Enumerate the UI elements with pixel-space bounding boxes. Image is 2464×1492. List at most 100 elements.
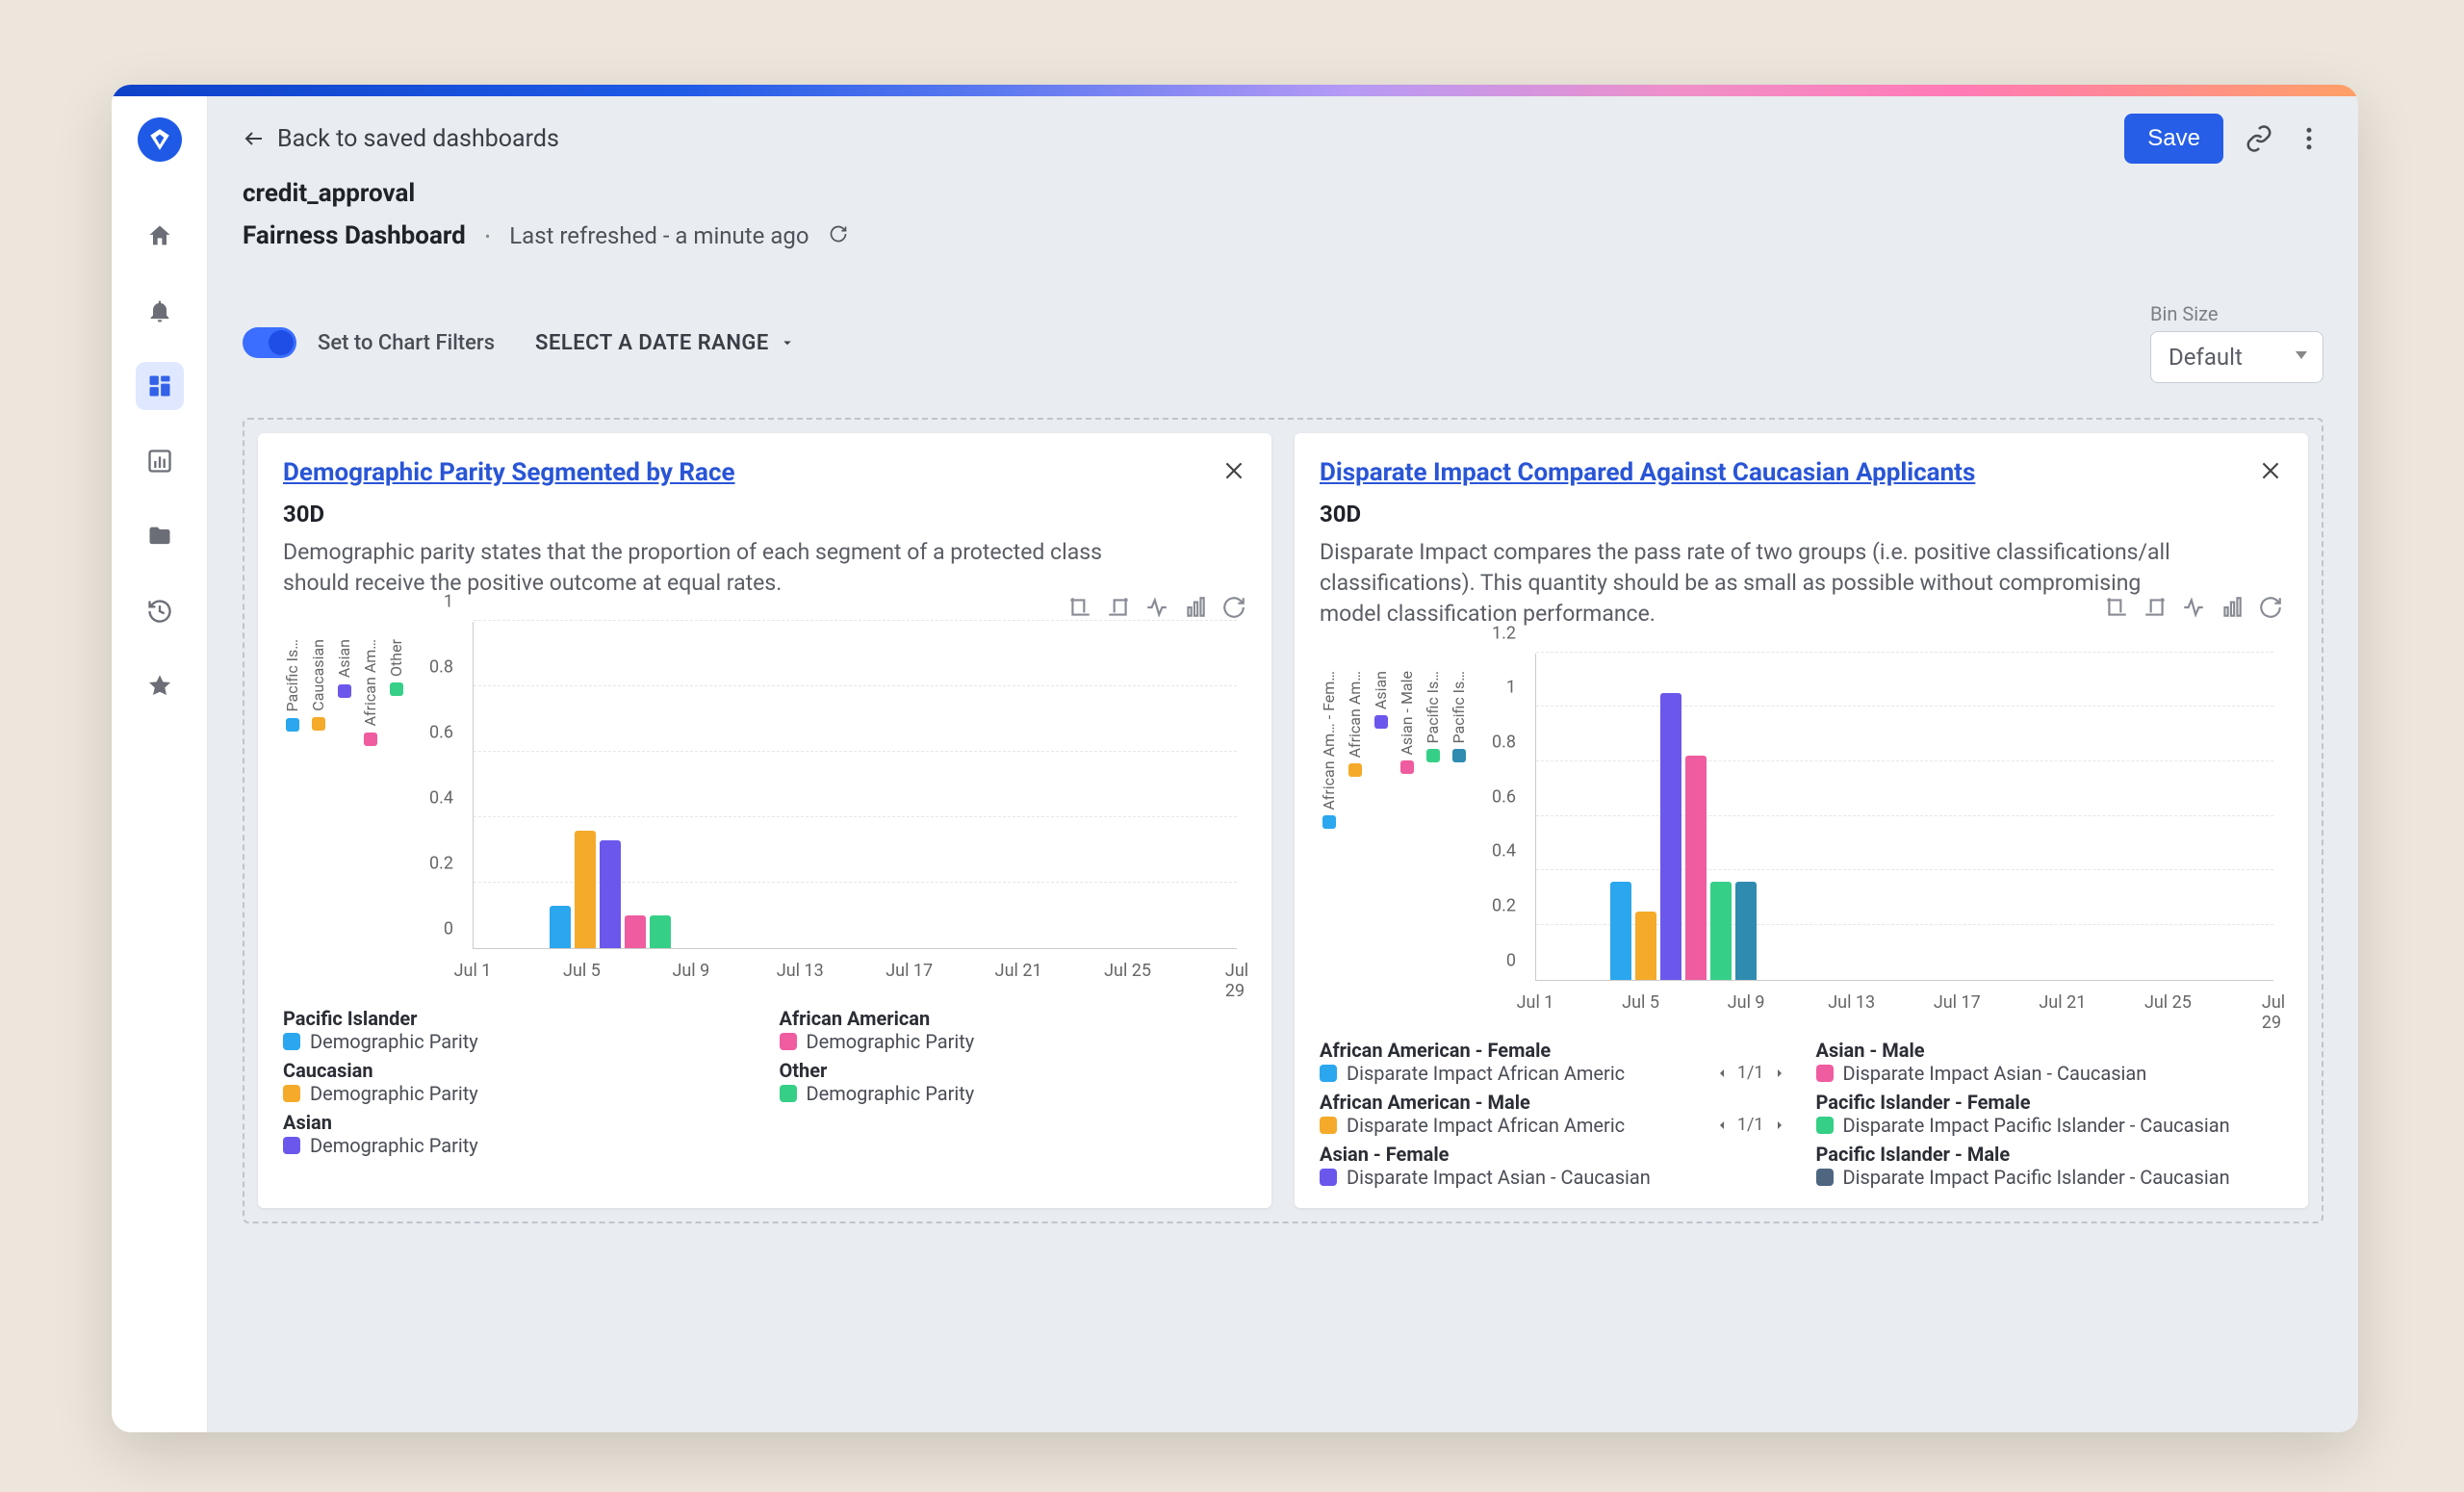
bar (550, 906, 571, 948)
leg-label: Disparate Impact Pacific Islander - Cauc… (1843, 1166, 2230, 1189)
nav-star-icon[interactable] (136, 662, 184, 710)
kebab-icon[interactable] (2295, 124, 2323, 153)
leg-header: Pacific Islander - Female (1816, 1091, 2284, 1114)
leg-header: African American - Male (1320, 1091, 1787, 1114)
caret-down-icon (779, 334, 796, 351)
y-legend-item: Asian - Male (1398, 671, 1416, 1019)
swatch-icon (283, 1085, 300, 1102)
card-title[interactable]: Disparate Impact Compared Against Caucas… (1320, 458, 2283, 487)
reload-icon[interactable] (1221, 595, 1246, 620)
leg-header: Asian (283, 1111, 751, 1134)
leg-label: Disparate Impact African Americ (1347, 1114, 1625, 1137)
chart-area: Pacific Is… Caucasian Asian African Am… Othe… (283, 622, 1246, 988)
leg-label: Disparate Impact Asian - Caucasian (1347, 1166, 1651, 1189)
nav-history-icon[interactable] (136, 587, 184, 635)
close-icon[interactable] (2258, 458, 2283, 487)
separator: • (485, 227, 490, 245)
bar (625, 915, 646, 948)
chart-actions (1067, 595, 1246, 620)
pager[interactable]: 1/1 (1714, 1115, 1787, 1135)
crop-out-icon[interactable] (1106, 595, 1131, 620)
activity-icon[interactable] (2181, 595, 2206, 620)
crop-in-icon[interactable] (2104, 595, 2129, 620)
pager[interactable]: 1/1 (1714, 1063, 1787, 1083)
crop-out-icon[interactable] (2143, 595, 2168, 620)
leg-label: Demographic Parity (807, 1030, 975, 1053)
leg-header: Other (780, 1059, 1247, 1082)
app-logo[interactable] (138, 117, 182, 162)
crop-in-icon[interactable] (1067, 595, 1092, 620)
y-legend-item: African Am… - Fem… (1320, 671, 1338, 1019)
leg-header: Asian - Female (1320, 1143, 1787, 1166)
cards-container: Demographic Parity Segmented by Race 30D… (243, 418, 2323, 1223)
card-demographic-parity: Demographic Parity Segmented by Race 30D… (258, 433, 1271, 1208)
nav-dashboard-icon[interactable] (136, 362, 184, 410)
nav-chart-icon[interactable] (136, 437, 184, 485)
chart-actions (2104, 595, 2283, 620)
bar-chart-icon[interactable] (1183, 595, 1208, 620)
refresh-icon[interactable] (829, 224, 848, 247)
nav-home-icon[interactable] (136, 212, 184, 260)
bar (1660, 693, 1681, 980)
app-frame: Back to saved dashboards Save credit_app… (112, 85, 2358, 1432)
leg-label: Demographic Parity (310, 1082, 478, 1105)
card-title[interactable]: Demographic Parity Segmented by Race (283, 458, 1246, 487)
swatch-icon (780, 1033, 797, 1050)
y-legend-item: Pacific Is… (283, 639, 301, 988)
swatch-icon (1320, 1117, 1337, 1134)
y-legend-item: Asian (335, 639, 353, 988)
main: Back to saved dashboards Save credit_app… (208, 96, 2358, 1432)
bar-chart-icon[interactable] (2220, 595, 2245, 620)
activity-icon[interactable] (1144, 595, 1169, 620)
leg-header: Pacific Islander (283, 1007, 751, 1030)
y-legend-item: Other (387, 639, 405, 988)
leg-header: Asian - Male (1816, 1039, 2284, 1062)
leg-label: Demographic Parity (310, 1134, 478, 1157)
save-button[interactable]: Save (2124, 114, 2223, 164)
swatch-icon (1816, 1169, 1834, 1186)
swatch-icon (1320, 1065, 1337, 1082)
back-label: Back to saved dashboards (277, 125, 559, 153)
card-disparate-impact: Disparate Impact Compared Against Caucas… (1295, 433, 2308, 1208)
bar (600, 840, 621, 948)
y-legend: African Am… - Fem…African Am…AsianAsian … (1320, 654, 1468, 1019)
leg-label: Disparate Impact Pacific Islander - Cauc… (1843, 1114, 2230, 1137)
bar (575, 831, 596, 948)
leg-label: Disparate Impact Asian - Caucasian (1843, 1062, 2147, 1085)
app-body: Back to saved dashboards Save credit_app… (112, 96, 2358, 1432)
toggle-label: Set to Chart Filters (318, 331, 495, 355)
leg-header: Pacific Islander - Male (1816, 1143, 2284, 1166)
legend-grid: African American - Female Disparate Impa… (1320, 1039, 2283, 1189)
swatch-icon (1816, 1065, 1834, 1082)
back-link[interactable]: Back to saved dashboards (243, 125, 559, 153)
swatch-icon (780, 1085, 797, 1102)
y-legend-item: African Am… (361, 639, 379, 988)
y-legend: Pacific Is… Caucasian Asian African Am… Othe… (283, 622, 405, 988)
y-legend-item: Asian (1372, 671, 1390, 1019)
y-legend-item: Pacific Is… (1450, 671, 1468, 1019)
nav-bell-icon[interactable] (136, 287, 184, 335)
y-legend-item: Caucasian (309, 639, 327, 988)
plot: 00.20.40.60.81 Jul 1Jul 5Jul 9Jul 13Jul … (419, 622, 1246, 988)
link-icon[interactable] (2245, 124, 2273, 153)
bar (1635, 912, 1656, 980)
leg-header: African American - Female (1320, 1039, 1787, 1062)
leg-header: Caucasian (283, 1059, 751, 1082)
card-desc: Demographic parity states that the propo… (283, 537, 1169, 599)
reload-icon[interactable] (2258, 595, 2283, 620)
swatch-icon (1816, 1117, 1834, 1134)
date-range-select[interactable]: SELECT A DATE RANGE (535, 331, 796, 355)
close-icon[interactable] (1221, 458, 1246, 487)
card-range: 30D (1320, 501, 2283, 527)
bar (1685, 756, 1707, 979)
bar (1735, 882, 1757, 980)
swatch-icon (283, 1137, 300, 1154)
page-title: Fairness Dashboard (243, 221, 466, 250)
swatch-icon (1320, 1169, 1337, 1186)
chart-filters-toggle[interactable] (243, 327, 296, 358)
bar (650, 915, 671, 948)
nav-folder-icon[interactable] (136, 512, 184, 560)
bar (1610, 882, 1631, 980)
bin-size-select[interactable]: Default (2150, 331, 2323, 383)
sidebar (112, 96, 208, 1432)
